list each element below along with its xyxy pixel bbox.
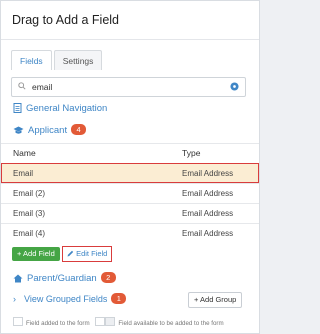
- fields-table: Name Type Email Email Address Email (2) …: [1, 143, 259, 243]
- field-name: Email (3): [13, 209, 46, 218]
- table-row[interactable]: Email (3) Email Address: [1, 203, 259, 223]
- document-icon: [13, 103, 22, 113]
- clear-search-icon[interactable]: [230, 82, 239, 91]
- pencil-icon: [67, 250, 74, 257]
- table-row[interactable]: Email Email Address: [1, 163, 259, 183]
- general-navigation-label: General Navigation: [26, 103, 108, 114]
- field-name: Email (2): [13, 189, 46, 198]
- search-value: email: [32, 82, 53, 92]
- field-type: Email Address: [182, 189, 234, 198]
- graduation-cap-icon: [13, 126, 24, 134]
- chevron-right-icon: ›: [13, 294, 16, 304]
- view-grouped-fields-toggle[interactable]: › View Grouped Fields 1: [13, 291, 127, 307]
- applicant-section[interactable]: Applicant 4: [13, 123, 87, 139]
- parent-guardian-label: Parent/Guardian: [27, 273, 97, 284]
- general-navigation-link[interactable]: General Navigation: [13, 101, 107, 117]
- legend: Field added to the form Field available …: [13, 317, 224, 327]
- added-swatch: [13, 317, 23, 326]
- available-swatch-white: [95, 317, 106, 326]
- add-field-button[interactable]: + Add Field: [12, 247, 60, 261]
- panel-title: Drag to Add a Field: [1, 1, 259, 40]
- available-swatch-gray: [105, 317, 116, 326]
- tab-settings[interactable]: Settings: [53, 50, 103, 70]
- table-row[interactable]: Email (2) Email Address: [1, 183, 259, 203]
- field-type: Email Address: [182, 209, 234, 218]
- field-type: Email Address: [182, 169, 234, 178]
- view-grouped-fields-label: View Grouped Fields: [24, 294, 108, 304]
- applicant-label: Applicant: [28, 125, 68, 136]
- table-header: Name Type: [1, 143, 259, 163]
- field-name: Email: [13, 169, 34, 178]
- parent-guardian-count-badge: 2: [100, 272, 116, 283]
- parent-guardian-section[interactable]: Parent/Guardian 2: [13, 271, 116, 287]
- applicant-count-badge: 4: [71, 124, 87, 135]
- field-type: Email Address: [182, 229, 234, 238]
- search-icon: [18, 82, 26, 90]
- edit-field-label: Edit Field: [76, 249, 108, 258]
- add-group-button[interactable]: + Add Group: [188, 292, 243, 308]
- field-name: Email (4): [13, 229, 46, 238]
- table-row[interactable]: Email (4) Email Address: [1, 223, 259, 243]
- tab-fields[interactable]: Fields: [11, 50, 52, 70]
- home-icon: [13, 274, 23, 283]
- panel-tabs: Fields Settings: [11, 50, 104, 70]
- legend-available: Field available to be added to the form: [118, 320, 224, 327]
- column-header-type: Type: [182, 148, 201, 158]
- legend-added: Field added to the form: [26, 320, 90, 327]
- edit-field-button[interactable]: Edit Field: [62, 246, 113, 262]
- grouped-fields-count-badge: 1: [111, 293, 127, 304]
- search-input[interactable]: email: [11, 77, 246, 97]
- column-header-name: Name: [13, 148, 36, 158]
- field-panel: Drag to Add a Field Fields Settings emai…: [0, 0, 260, 334]
